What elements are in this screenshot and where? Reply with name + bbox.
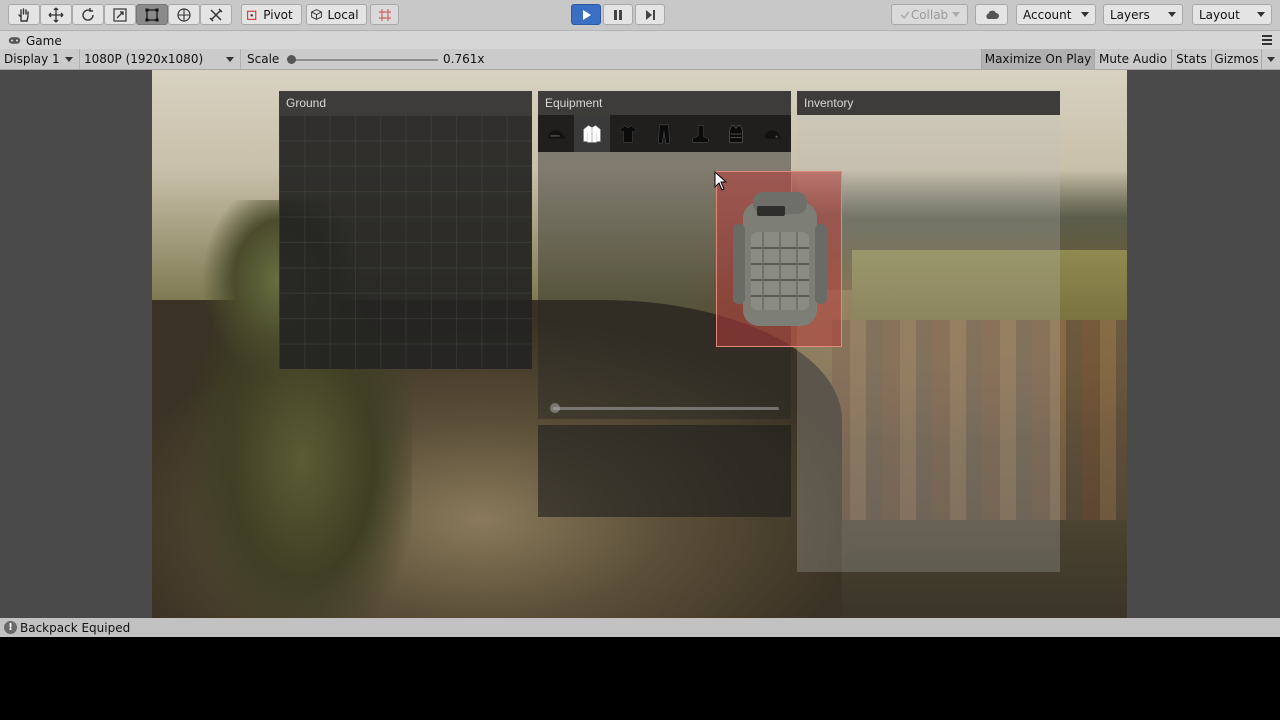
status-message[interactable]: Backpack Equiped xyxy=(20,621,130,635)
pants-icon xyxy=(658,124,670,143)
backpack-icon xyxy=(733,192,827,326)
cloud-button[interactable] xyxy=(975,4,1008,25)
vest-icon xyxy=(729,124,743,143)
equipment-detail-area xyxy=(538,425,791,517)
game-tab[interactable]: Game xyxy=(0,31,72,50)
tab-menu-icon[interactable] xyxy=(1262,33,1272,47)
pause-button[interactable] xyxy=(603,4,633,25)
slot-mask[interactable] xyxy=(754,115,790,152)
rotate-icon xyxy=(82,7,94,21)
layout-label: Layout xyxy=(1199,7,1240,22)
account-chevron-down-icon xyxy=(1081,12,1089,17)
collab-label: Collab xyxy=(910,7,949,22)
hand-icon xyxy=(18,7,29,22)
mask-icon xyxy=(764,129,782,139)
step-icon xyxy=(646,9,655,20)
game-control-bar: Display 1 1080P (1920x1080) Scale 0.761x… xyxy=(0,49,1280,70)
step-button[interactable] xyxy=(635,4,665,25)
shirt-icon xyxy=(619,124,637,142)
account-dropdown[interactable]: Account xyxy=(1016,4,1096,25)
scale-icon xyxy=(113,7,127,22)
layout-chevron-down-icon xyxy=(1257,12,1265,17)
equipment-panel-title: Equipment xyxy=(538,91,791,115)
gizmos-chevron-down-icon xyxy=(1267,56,1275,62)
game-tab-bar: Game xyxy=(0,30,1280,50)
pause-icon xyxy=(614,9,622,20)
check-icon xyxy=(900,11,910,19)
slot-jacket[interactable] xyxy=(574,115,610,152)
grid-snap-button[interactable] xyxy=(370,4,399,25)
hand-tool-button[interactable] xyxy=(8,4,40,25)
dragged-backpack-item[interactable] xyxy=(716,171,842,347)
grid-snap-icon xyxy=(378,8,391,21)
play-button[interactable] xyxy=(571,4,601,25)
rect-icon xyxy=(145,8,159,21)
cloud-icon xyxy=(985,10,999,19)
pivot-label: Pivot xyxy=(263,7,293,22)
local-label: Local xyxy=(327,7,359,22)
helmet-icon xyxy=(548,129,566,139)
equipment-slot-bar xyxy=(538,115,791,152)
equipment-scrollbar-handle[interactable] xyxy=(550,403,560,413)
move-icon xyxy=(48,7,64,22)
scale-value: 0.761x xyxy=(443,52,485,66)
slot-shirt[interactable] xyxy=(610,115,646,152)
maximize-on-play-toggle[interactable]: Maximize On Play xyxy=(981,49,1094,69)
ground-panel-title: Ground xyxy=(279,91,532,115)
pivot-toggle-button[interactable]: Pivot xyxy=(241,4,302,25)
resolution-dropdown[interactable]: 1080P (1920x1080) xyxy=(80,49,241,69)
rect-tool-button[interactable] xyxy=(136,4,168,25)
tools-icon xyxy=(209,7,223,22)
layout-dropdown[interactable]: Layout xyxy=(1192,4,1272,25)
slot-boots[interactable] xyxy=(682,115,718,152)
layers-dropdown[interactable]: Layers xyxy=(1103,4,1183,25)
resolution-label: 1080P (1920x1080) xyxy=(84,52,204,66)
game-tab-label: Game xyxy=(26,33,62,48)
collab-dropdown[interactable]: Collab xyxy=(891,4,968,25)
inventory-panel-title: Inventory xyxy=(797,91,1060,115)
local-icon xyxy=(311,9,323,20)
scale-slider-track[interactable] xyxy=(290,59,438,61)
mouse-cursor-icon xyxy=(714,171,728,191)
scale-label: Scale xyxy=(247,52,280,66)
move-tool-button[interactable] xyxy=(40,4,72,25)
transform-tool-button[interactable] xyxy=(168,4,200,25)
slot-helmet[interactable] xyxy=(538,115,574,152)
ground-grid[interactable] xyxy=(279,115,532,369)
display-chevron-down-icon xyxy=(65,57,73,62)
scale-tool-button[interactable] xyxy=(104,4,136,25)
jacket-icon xyxy=(583,124,601,143)
game-controller-icon xyxy=(8,37,21,44)
rotate-tool-button[interactable] xyxy=(72,4,104,25)
mute-audio-toggle[interactable]: Mute Audio xyxy=(1094,49,1171,69)
main-toolbar: Pivot Local Collab Account Layers Layout xyxy=(0,0,1280,30)
display-label: Display 1 xyxy=(4,52,60,66)
collab-chevron-down-icon xyxy=(952,12,961,17)
resolution-chevron-down-icon xyxy=(226,57,234,62)
account-label: Account xyxy=(1023,7,1072,22)
stats-toggle[interactable]: Stats xyxy=(1171,49,1211,69)
play-icon xyxy=(583,9,591,20)
info-icon: ! xyxy=(4,621,17,634)
equipment-scrollbar-track[interactable] xyxy=(553,407,779,410)
status-bar: ! Backpack Equiped xyxy=(0,618,1280,637)
local-toggle-button[interactable]: Local xyxy=(306,4,367,25)
display-dropdown[interactable]: Display 1 xyxy=(0,49,80,69)
layers-label: Layers xyxy=(1110,7,1150,22)
layers-chevron-down-icon xyxy=(1168,12,1176,17)
slot-vest[interactable] xyxy=(718,115,754,152)
transform-icon xyxy=(177,7,191,22)
gizmos-dropdown[interactable] xyxy=(1261,49,1280,69)
custom-tool-button[interactable] xyxy=(200,4,232,25)
boots-icon xyxy=(692,125,709,142)
scale-slider-handle[interactable] xyxy=(287,55,296,64)
pivot-icon xyxy=(247,10,257,20)
gizmos-toggle[interactable]: Gizmos xyxy=(1211,49,1261,69)
slot-pants[interactable] xyxy=(646,115,682,152)
